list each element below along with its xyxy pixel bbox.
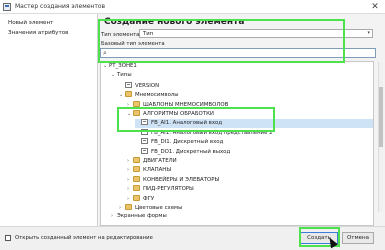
tree-item-label: FB_DO1. Дискретный выход [151,148,231,155]
create-element-form: Создание нового элемента Тип элемента Ти… [98,14,385,226]
element-type-label: Тип элемента [101,32,140,38]
tree-item-label: Экранные формы [117,213,167,220]
app-window-icon [3,3,11,11]
tree-item-label: ПИД-РЕГУЛЯТОРЫ [143,186,194,193]
element-type-value: Тип [143,31,154,37]
window-title: Мастер создания элементов [15,3,106,10]
tree-item[interactable]: ⌄ РТ_ЗОНЕ1 [103,63,137,72]
base-type-search[interactable]: ⌕ [100,48,376,58]
tree-item[interactable]: FB_DI1. Дискретный вход [135,138,223,147]
folder-icon [133,194,140,201]
tree-item[interactable]: › ФГУ [127,194,155,204]
folder-icon [125,204,132,210]
tree-item-label: КЛАПАНЫ [143,167,172,174]
file-icon [141,128,148,135]
tree-item-label: АЛГОРИТМЫ ОБРАБОТКИ [143,111,214,117]
tree-scrollbar[interactable] [378,62,383,212]
tree-item[interactable]: ⌄ АЛГОРИТМЫ ОБРАБОТКИ [127,110,214,119]
step-attribute-values[interactable]: Значения атрибутов [8,30,68,36]
search-input[interactable] [112,50,370,57]
base-type-tree[interactable]: ⌄ РТ_ЗОНЕ1 ⌄ Типы VERSION ⌄ Мнемосимволы › ШАБЛО… [100,61,374,226]
file-icon [141,119,148,126]
wizard-steps-panel: Новый элемент Значения атрибутов [0,14,98,226]
close-icon[interactable]: ✕ [369,1,381,13]
open-for-edit-label: Открыть созданный элемент на редактирова… [15,235,153,241]
tree-item-label: Мнемосимволы [135,92,179,99]
tree-item[interactable]: FB_AI1. Аналоговый вход представление 2 [135,128,273,138]
tree-item[interactable]: › ШАБЛОНЫ МНЕМОСИМВОЛОВ [127,100,229,110]
base-type-label: Базовый тип элемента [101,41,165,47]
scrollbar-thumb[interactable] [379,87,383,147]
tree-item-label: FB_AI1. Аналоговый вход [151,120,223,127]
tree-item-label: Типы [117,72,132,79]
folder-icon [133,100,140,107]
step-new-element[interactable]: Новый элемент [8,20,53,26]
folder-icon [133,110,140,116]
tree-item-label: VERSION [135,82,160,89]
folder-icon [133,175,140,182]
folder-icon [125,91,132,98]
tree-item[interactable]: ⌄ Мнемосимволы [119,91,179,100]
open-for-edit-checkbox[interactable] [5,235,11,241]
search-icon: ⌕ [103,49,107,57]
tree-item[interactable]: › КОНВЕЙЕРЫ И ЭЛЕВАТОРЫ [127,175,220,185]
tree-item-label: ШАБЛОНЫ МНЕМОСИМВОЛОВ [143,101,229,108]
file-icon [125,81,132,88]
cancel-button[interactable]: Отмена [342,232,374,244]
tree-item[interactable]: › Экранные формы [111,213,167,222]
tree-item[interactable]: › Цветовые схемы [119,204,182,213]
file-icon [141,147,148,154]
tree-item[interactable]: › КЛАПАНЫ [127,166,171,175]
folder-icon [133,157,140,163]
tree-item-label: FB_AI1. Аналоговый вход представление 2 [151,129,273,136]
file-icon [141,138,148,145]
tree-item-label: FB_DI1. Дискретный вход [151,139,224,146]
tree-item[interactable]: VERSION [119,81,160,91]
form-heading: Создание нового элемента [104,17,245,27]
chevron-down-icon: ▾ [367,30,370,36]
tree-item-label: Цветовые схемы [135,205,183,211]
tree-item[interactable]: FB_AI1. Аналоговый вход [135,119,373,129]
tree-item[interactable]: › ДВИГАТЕЛИ [127,157,177,166]
tree-item-label: КОНВЕЙЕРЫ И ЭЛЕВАТОРЫ [143,176,220,183]
tree-item[interactable]: FB_DO1. Дискретный выход [135,147,231,157]
tree-item[interactable]: ⌄ Типы [111,72,132,81]
element-type-select[interactable]: Тип ▾ [139,29,373,38]
title-bar: Мастер создания элементов ✕ [0,0,385,14]
tree-item-label: ДВИГАТЕЛИ [143,158,177,164]
tree-item[interactable]: › ПИД-РЕГУЛЯТОРЫ [127,185,194,194]
folder-icon [133,166,140,173]
tree-item-label: РТ_ЗОНЕ1 [109,63,137,69]
folder-icon [133,185,140,192]
tree-item-label: ФГУ [143,195,155,202]
